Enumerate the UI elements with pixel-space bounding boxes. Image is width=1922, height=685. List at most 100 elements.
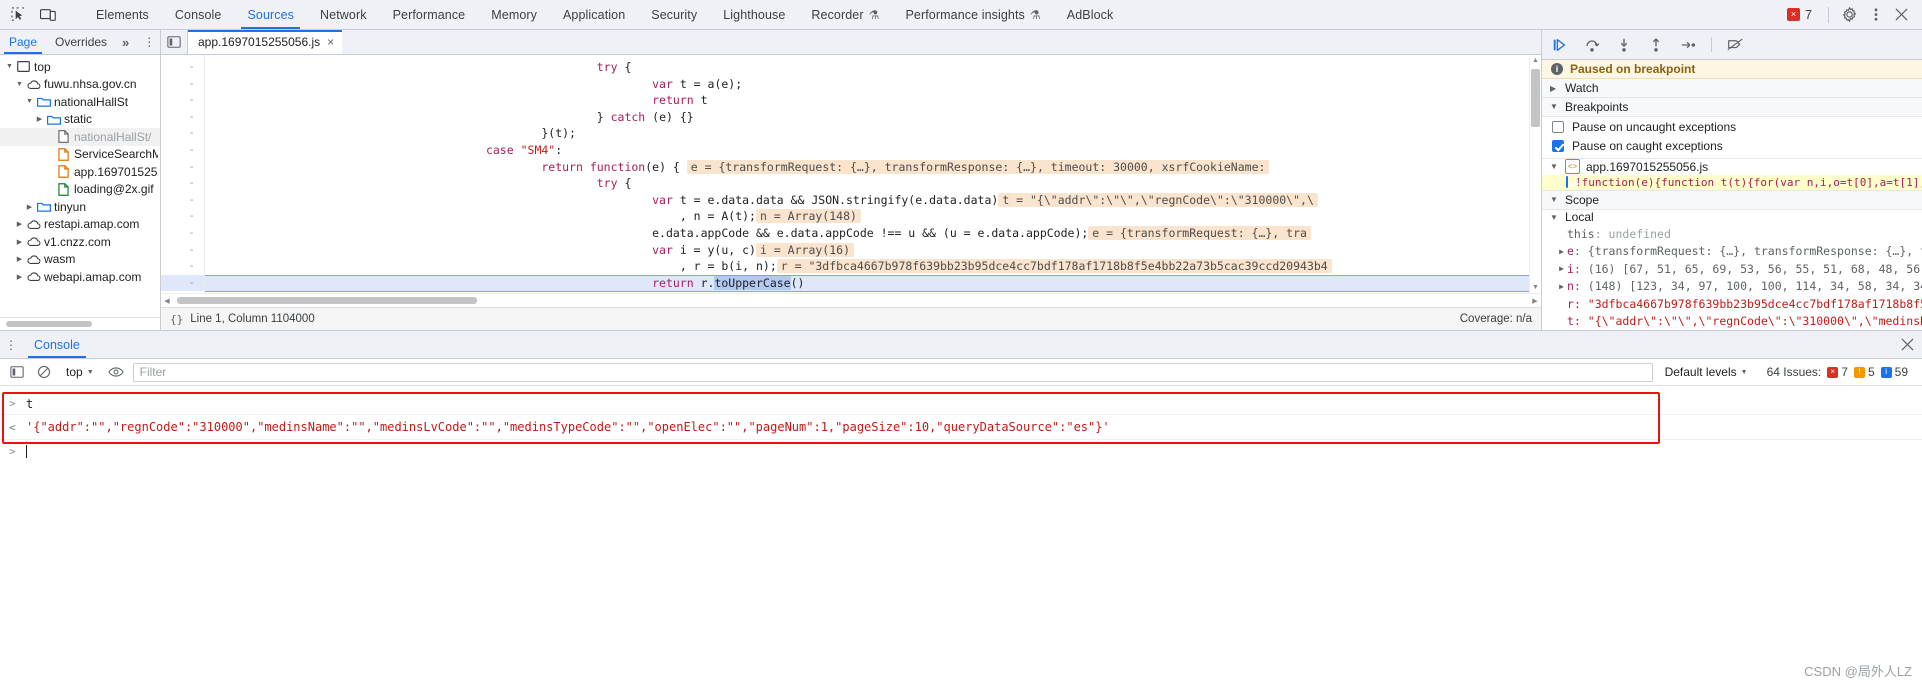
- nav-tab-overrides[interactable]: Overrides: [46, 30, 116, 54]
- tab-performance[interactable]: Performance: [380, 0, 479, 29]
- code-line[interactable]: try {: [205, 59, 1541, 76]
- tree-item-webapi-amap-com[interactable]: ▶ webapi.amap.com: [0, 268, 160, 286]
- gutter-mark[interactable]: -: [161, 142, 204, 159]
- code-line[interactable]: , n = A(t); n = Array(148): [205, 208, 1541, 225]
- pause-uncaught-exceptions-option[interactable]: Pause on uncaught exceptions: [1542, 118, 1922, 137]
- code-line[interactable]: , r = b(i, n); r = "3dfbca4667b978f639bb2…: [205, 258, 1541, 275]
- issue-info[interactable]: i 59: [1880, 365, 1908, 379]
- show-navigator-icon[interactable]: [161, 30, 188, 54]
- nav-kebab-icon[interactable]: ⋮: [135, 30, 163, 54]
- step-into-icon[interactable]: [1613, 34, 1634, 55]
- tree-item-top[interactable]: ▼ top: [0, 58, 160, 76]
- tree-item-v1-cnzz-com[interactable]: ▶ v1.cnzz.com: [0, 233, 160, 251]
- step-out-icon[interactable]: [1645, 34, 1666, 55]
- chevron-right-icon[interactable]: ▶: [14, 255, 25, 263]
- gutter-mark[interactable]: -: [161, 159, 204, 176]
- gutter-mark[interactable]: -: [161, 225, 204, 242]
- console-result-row[interactable]: < '{"addr":"","regnCode":"310000","medin…: [0, 415, 1922, 440]
- drawer-tab-console[interactable]: Console: [22, 331, 92, 358]
- gutter-mark[interactable]: -: [161, 192, 204, 209]
- console-log-levels-selector[interactable]: Default levels ▼: [1660, 365, 1753, 379]
- tab-memory[interactable]: Memory: [478, 0, 550, 29]
- tab-elements[interactable]: Elements: [83, 0, 162, 29]
- scope-variable-this[interactable]: ▶this: undefined: [1542, 225, 1922, 243]
- step-over-icon[interactable]: [1581, 34, 1602, 55]
- tree-item-static[interactable]: ▶ static: [0, 111, 160, 129]
- breakpoint-entry[interactable]: !function(e){function t(t){for(var n,i,o…: [1542, 174, 1922, 191]
- code-line[interactable]: try {: [205, 175, 1541, 192]
- watch-section-header[interactable]: ▶ Watch: [1542, 79, 1922, 99]
- gutter-mark[interactable]: -: [161, 258, 204, 275]
- tree-item-nationalhallst[interactable]: ▼ nationalHallSt: [0, 93, 160, 111]
- tree-item-fuwu-nhsa-gov-cn[interactable]: ▼ fuwu.nhsa.gov.cn: [0, 76, 160, 94]
- console-context-selector[interactable]: top ▼: [61, 365, 99, 379]
- console-filter-input[interactable]: Filter: [132, 362, 1653, 382]
- device-toolbar-icon[interactable]: [38, 5, 58, 25]
- code-line[interactable]: return t: [205, 92, 1541, 109]
- pause-caught-exceptions-option[interactable]: Pause on caught exceptions: [1542, 137, 1922, 156]
- code-line[interactable]: var t = e.data.data && JSON.stringify(e.…: [205, 192, 1541, 209]
- code-line[interactable]: }(t);: [205, 125, 1541, 142]
- checkbox[interactable]: [1552, 121, 1564, 134]
- tree-item-tinyun[interactable]: ▶ tinyun: [0, 198, 160, 216]
- scroll-right-icon[interactable]: ▶: [1529, 297, 1541, 305]
- step-icon[interactable]: [1677, 34, 1698, 55]
- tab-lighthouse[interactable]: Lighthouse: [710, 0, 798, 29]
- checkbox[interactable]: [1566, 176, 1568, 189]
- scope-local-header[interactable]: ▼ Local: [1542, 210, 1922, 225]
- gutter-mark[interactable]: -: [161, 76, 204, 93]
- chevron-down-icon[interactable]: ▼: [4, 63, 15, 70]
- tab-network[interactable]: Network: [307, 0, 380, 29]
- chevron-right-icon[interactable]: ▶: [14, 220, 25, 228]
- gutter-mark[interactable]: -: [161, 274, 204, 292]
- gutter-mark[interactable]: -: [161, 208, 204, 225]
- chevron-right-icon[interactable]: ▶: [34, 115, 45, 123]
- tree-item-restapi-amap-com[interactable]: ▶ restapi.amap.com: [0, 216, 160, 234]
- error-count-badge[interactable]: × 7: [1780, 8, 1819, 22]
- scope-variable-r[interactable]: ▶r: "3dfbca4667b978f639bb23b95dce4cc7bdf…: [1542, 295, 1922, 313]
- close-icon[interactable]: ×: [327, 35, 334, 49]
- gutter-mark[interactable]: -: [161, 242, 204, 259]
- scroll-left-icon[interactable]: ◀: [161, 297, 173, 305]
- editor-vertical-scrollbar[interactable]: ▲ ▼: [1529, 55, 1541, 293]
- gutter-mark[interactable]: -: [161, 125, 204, 142]
- scope-variable-n[interactable]: ▶ n: (148) [123, 34, 97, 100, 100, 114, 3…: [1542, 277, 1922, 295]
- breakpoint-file-group[interactable]: ▼ <> app.1697015255056.js: [1542, 159, 1922, 175]
- live-expression-icon[interactable]: [106, 362, 126, 382]
- console-input-row[interactable]: > t: [0, 386, 1922, 415]
- tab-adblock[interactable]: AdBlock: [1054, 0, 1127, 29]
- chevron-right-icon[interactable]: ▶: [14, 273, 25, 281]
- chevron-right-icon[interactable]: ▶: [1556, 264, 1567, 273]
- checkbox[interactable]: [1552, 140, 1564, 153]
- code-line[interactable]: case "SM4":: [205, 142, 1541, 159]
- issue-errors[interactable]: × 7: [1827, 365, 1848, 379]
- tab-performance-insights[interactable]: Performance insights ⚗: [892, 0, 1053, 29]
- code-line[interactable]: var t = a(e);: [205, 76, 1541, 93]
- nav-more-tabs-button[interactable]: »: [116, 30, 135, 54]
- chevron-right-icon[interactable]: ▶: [24, 203, 35, 211]
- code-line[interactable]: } catch (e) {}: [205, 109, 1541, 126]
- scope-variable-i[interactable]: ▶ i: (16) [67, 51, 65, 69, 53, 56, 55, 51…: [1542, 260, 1922, 278]
- resume-script-icon[interactable]: [1549, 34, 1570, 55]
- code-line-executing[interactable]: return r.toUpperCase(): [205, 274, 1541, 293]
- code-line[interactable]: return function(e) { e = {transformReque…: [205, 159, 1541, 176]
- tree-item-nationalhallst[interactable]: ▶nationalHallSt/: [0, 128, 160, 146]
- scroll-down-icon[interactable]: ▼: [1530, 282, 1541, 293]
- kebab-menu-icon[interactable]: [1864, 3, 1887, 26]
- tab-console[interactable]: Console: [162, 0, 235, 29]
- code-content[interactable]: try { var t = a(e); return t} catch (e)…: [205, 55, 1541, 293]
- gutter-mark[interactable]: -: [161, 175, 204, 192]
- navigator-horizontal-scrollbar[interactable]: [0, 317, 160, 330]
- console-prompt-row[interactable]: >: [0, 440, 1922, 462]
- tab-recorder[interactable]: Recorder ⚗: [798, 0, 892, 29]
- tab-application[interactable]: Application: [550, 0, 638, 29]
- pretty-print-icon[interactable]: {}: [170, 313, 183, 326]
- code-line[interactable]: e.data.appCode && e.data.appCode !== u &…: [205, 225, 1541, 242]
- code-line[interactable]: var i = y(u, c) i = Array(16): [205, 242, 1541, 259]
- deactivate-breakpoints-icon[interactable]: [1725, 34, 1746, 55]
- inspect-element-icon[interactable]: [8, 5, 28, 25]
- chevron-right-icon[interactable]: ▶: [1556, 282, 1567, 291]
- tree-item-loading-2x-gif[interactable]: ▶loading@2x.gif: [0, 181, 160, 199]
- scope-variable-t[interactable]: ▶t: "{\"addr\":\"\",\"regnCode\":\"31000…: [1542, 312, 1922, 330]
- gear-icon[interactable]: [1838, 3, 1861, 26]
